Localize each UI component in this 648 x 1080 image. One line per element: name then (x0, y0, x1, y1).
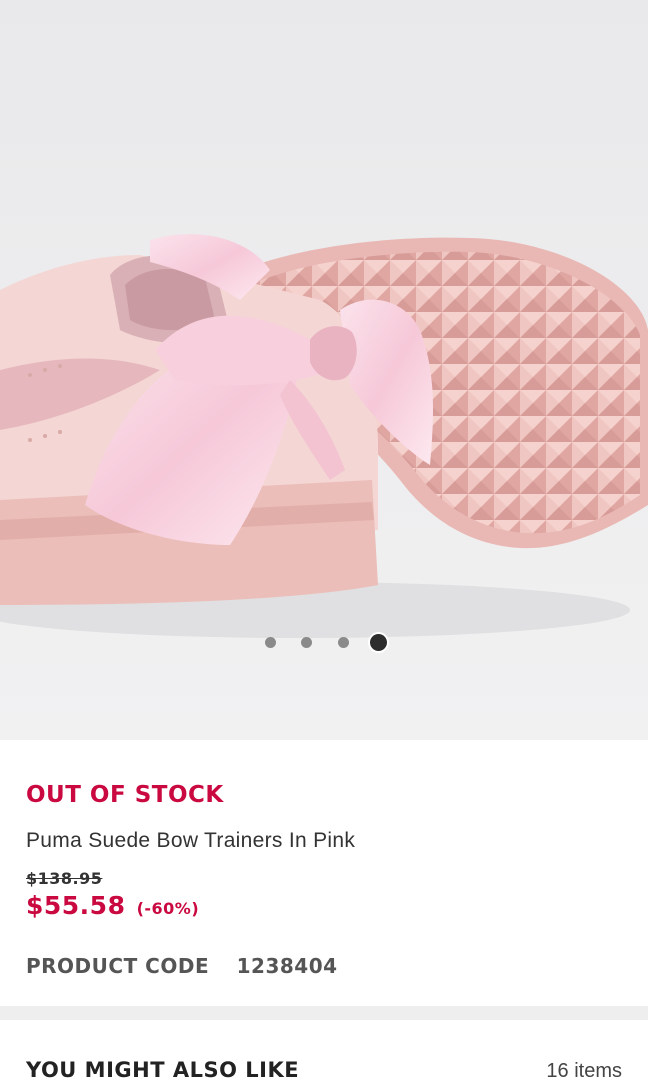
price-row: $55.58 (-60%) (26, 891, 199, 920)
product-code-value: 1238404 (236, 954, 338, 978)
sale-price: $55.58 (26, 891, 126, 920)
recommendations-header: YOU MIGHT ALSO LIKE 16 items (0, 1020, 648, 1080)
stock-status: OUT OF STOCK (26, 782, 224, 808)
carousel-dot-4-active[interactable] (369, 634, 387, 651)
product-photo (0, 0, 648, 740)
product-image-carousel[interactable] (0, 0, 648, 740)
carousel-dot-1[interactable] (265, 637, 277, 648)
discount-badge: (-60%) (136, 899, 200, 918)
original-price: $138.95 (26, 869, 103, 888)
product-code-label: PRODUCT CODE (26, 954, 210, 978)
product-name: Puma Suede Bow Trainers In Pink (26, 829, 356, 852)
recommendations-title: YOU MIGHT ALSO LIKE (26, 1058, 300, 1080)
section-divider (0, 1006, 648, 1020)
carousel-dot-2[interactable] (301, 637, 313, 648)
product-code: PRODUCT CODE 1238404 (26, 954, 338, 978)
product-page: OUT OF STOCK Puma Suede Bow Trainers In … (0, 0, 648, 1080)
carousel-dots (0, 632, 648, 652)
carousel-dot-3[interactable] (337, 637, 349, 648)
recommendations-count: 16 items (546, 1060, 622, 1080)
product-info: OUT OF STOCK Puma Suede Bow Trainers In … (0, 740, 648, 1006)
